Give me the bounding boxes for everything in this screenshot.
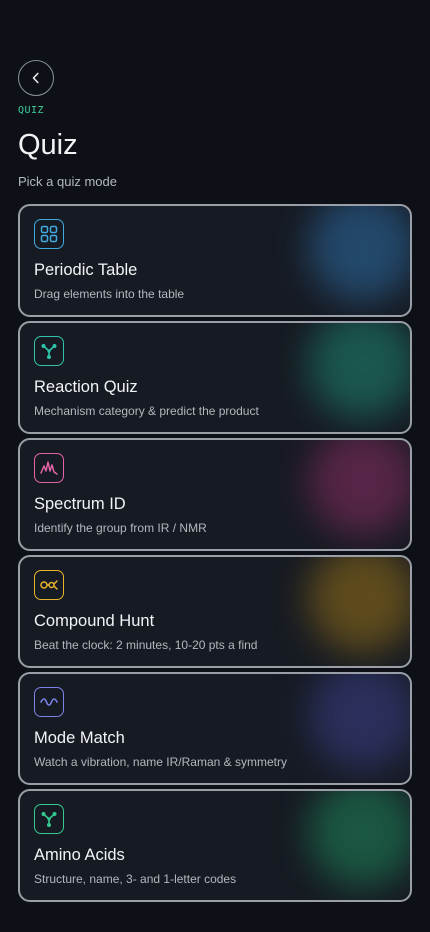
card-glow — [308, 206, 410, 302]
page-title: Quiz — [18, 129, 78, 161]
grid-icon — [34, 219, 64, 249]
card-glow — [308, 440, 410, 536]
quiz-card-periodic-table[interactable]: Periodic Table Drag elements into the ta… — [18, 204, 412, 317]
quiz-card-amino-acids[interactable]: Amino Acids Structure, name, 3- and 1-le… — [18, 789, 412, 902]
card-description: Structure, name, 3- and 1-letter codes — [34, 872, 237, 886]
card-title: Periodic Table — [34, 261, 138, 279]
quiz-card-mode-match[interactable]: Mode Match Watch a vibration, name IR/Ra… — [18, 672, 412, 785]
hunt-icon — [34, 570, 64, 600]
card-description: Beat the clock: 2 minutes, 10-20 pts a f… — [34, 638, 258, 652]
card-title: Compound Hunt — [34, 612, 155, 630]
page-subtitle: Pick a quiz mode — [18, 174, 117, 189]
card-title: Amino Acids — [34, 846, 125, 864]
back-button[interactable] — [18, 60, 54, 96]
molecule-icon — [34, 336, 64, 366]
quiz-mode-list: Periodic Table Drag elements into the ta… — [18, 204, 412, 906]
spectrum-icon — [34, 453, 64, 483]
card-description: Identify the group from IR / NMR — [34, 521, 207, 535]
quiz-card-spectrum-id[interactable]: Spectrum ID Identify the group from IR /… — [18, 438, 412, 551]
card-description: Watch a vibration, name IR/Raman & symme… — [34, 755, 287, 769]
card-glow — [308, 791, 410, 887]
card-title: Reaction Quiz — [34, 378, 138, 396]
quiz-card-reaction-quiz[interactable]: Reaction Quiz Mechanism category & predi… — [18, 321, 412, 434]
wave-icon — [34, 687, 64, 717]
card-description: Drag elements into the table — [34, 287, 185, 301]
molecule-icon — [34, 804, 64, 834]
quiz-screen: QUIZ Quiz Pick a quiz mode Periodic Tabl… — [0, 0, 430, 932]
card-glow — [308, 557, 410, 653]
quiz-card-compound-hunt[interactable]: Compound Hunt Beat the clock: 2 minutes,… — [18, 555, 412, 668]
section-eyebrow: QUIZ — [18, 105, 45, 116]
chevron-left-icon — [32, 72, 39, 84]
card-glow — [308, 323, 410, 419]
card-title: Mode Match — [34, 729, 125, 747]
card-title: Spectrum ID — [34, 495, 126, 513]
card-glow — [308, 674, 410, 770]
card-description: Mechanism category & predict the product — [34, 404, 259, 418]
